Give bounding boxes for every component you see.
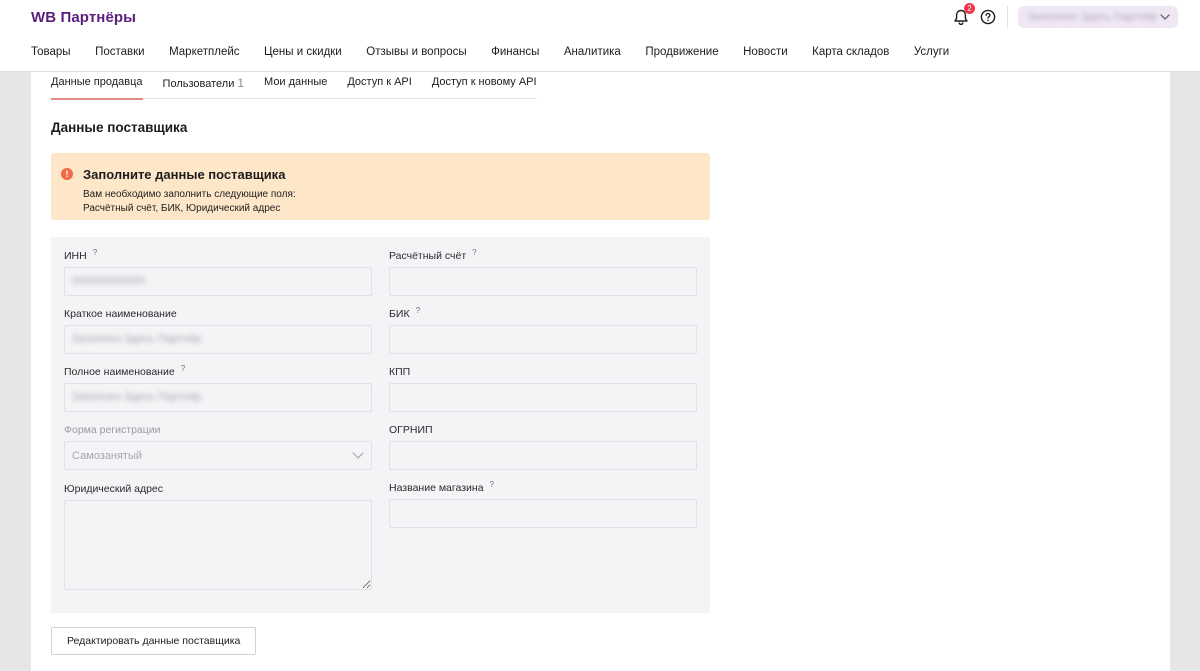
reg-form-select[interactable]: Самозанятый bbox=[64, 441, 372, 470]
store-name-label: Название магазина? bbox=[389, 480, 494, 494]
full-name-label: Полное наименование? bbox=[64, 364, 186, 378]
full-name-field[interactable]: Заполнен Здесь Партнёр bbox=[64, 383, 372, 412]
notifications-count-badge: 2 bbox=[964, 3, 975, 14]
logo[interactable]: WB Партнёры bbox=[31, 9, 136, 26]
short-name-value: Заполнен Здесь Партнёр bbox=[72, 333, 202, 345]
full-name-hint-icon[interactable]: ? bbox=[181, 364, 185, 373]
tab-label: Доступ к API bbox=[347, 76, 412, 88]
inn-hint-icon[interactable]: ? bbox=[93, 248, 97, 257]
warning-alert: ! Заполните данные поставщика Вам необхо… bbox=[51, 153, 710, 220]
supplier-form: ИНН? 000000000000 Краткое наименование З… bbox=[51, 237, 710, 613]
reg-form-label: Форма регистрации bbox=[64, 424, 161, 436]
inn-field[interactable]: 000000000000 bbox=[64, 267, 372, 296]
nav-item-marketplace[interactable]: Маркетплейс bbox=[169, 46, 239, 58]
nav-item-reviews[interactable]: Отзывы и вопросы bbox=[366, 46, 466, 58]
alert-line-1: Вам необходимо заполнить следующие поля: bbox=[83, 189, 296, 200]
kpp-field[interactable] bbox=[389, 383, 697, 412]
bik-hint-icon[interactable]: ? bbox=[416, 306, 420, 315]
bik-label: БИК? bbox=[389, 306, 421, 320]
inn-value: 000000000000 bbox=[72, 275, 146, 287]
legal-address-label: Юридический адрес bbox=[64, 483, 164, 495]
tab-users-count: 1 bbox=[237, 76, 245, 90]
top-header: WB Партнёры 2 Заполнен Здесь Партнёр Тов… bbox=[0, 0, 1200, 72]
nav-item-warehouse-map[interactable]: Карта складов bbox=[812, 46, 889, 58]
store-name-hint-icon[interactable]: ? bbox=[490, 480, 494, 489]
ogrnip-label: ОГРНИП bbox=[389, 424, 433, 436]
full-name-value: Заполнен Здесь Партнёр bbox=[72, 391, 202, 403]
bik-field[interactable] bbox=[389, 325, 697, 354]
store-name-field[interactable] bbox=[389, 499, 697, 528]
nav-item-promotion[interactable]: Продвижение bbox=[645, 46, 718, 58]
account-field[interactable] bbox=[389, 267, 697, 296]
short-name-field[interactable]: Заполнен Здесь Партнёр bbox=[64, 325, 372, 354]
exclamation-icon: ! bbox=[61, 168, 73, 180]
nav-item-tovary[interactable]: Товары bbox=[31, 46, 71, 58]
help-circle-icon bbox=[980, 9, 996, 25]
nav-item-services[interactable]: Услуги bbox=[914, 46, 949, 58]
content-panel: Данные продавца Пользователи 1 Мои данные… bbox=[31, 72, 1170, 671]
tab-label: Мои данные bbox=[264, 76, 328, 88]
nav-item-news[interactable]: Новости bbox=[743, 46, 788, 58]
edit-supplier-button[interactable]: Редактировать данные поставщика bbox=[51, 627, 257, 655]
tab-my-data[interactable]: Мои данные bbox=[264, 72, 327, 99]
kpp-label: КПП bbox=[389, 366, 411, 378]
chevron-down-icon bbox=[352, 452, 364, 459]
account-switcher[interactable]: Заполнен Здесь Партнёр bbox=[1018, 6, 1178, 28]
short-name-label: Краткое наименование bbox=[64, 308, 177, 320]
nav-item-postavki[interactable]: Поставки bbox=[95, 46, 145, 58]
alert-line-2: Расчётный счёт, БИК, Юридический адрес bbox=[83, 203, 281, 214]
tab-seller-data[interactable]: Данные продавца bbox=[51, 72, 143, 100]
header-actions: 2 Заполнен Здесь Партнёр bbox=[950, 3, 1178, 28]
header-divider bbox=[1007, 6, 1008, 28]
tab-users[interactable]: Пользователи 1 bbox=[163, 72, 244, 99]
notifications-button[interactable]: 2 bbox=[950, 3, 975, 28]
account-label: Расчётный счёт? bbox=[389, 248, 477, 262]
settings-tabs: Данные продавца Пользователи 1 Мои данные… bbox=[51, 72, 537, 100]
help-button[interactable] bbox=[977, 6, 999, 28]
reg-form-value: Самозанятый bbox=[72, 449, 143, 462]
ogrnip-field[interactable] bbox=[389, 441, 697, 470]
legal-address-textarea[interactable] bbox=[64, 500, 372, 590]
tab-label: Пользователи bbox=[162, 78, 235, 90]
nav-item-prices[interactable]: Цены и скидки bbox=[264, 46, 342, 58]
page-title: Данные поставщика bbox=[51, 120, 188, 135]
chevron-down-icon bbox=[1160, 14, 1170, 20]
main-nav: Товары Поставки Маркетплейс Цены и скидк… bbox=[31, 46, 974, 58]
nav-item-finance[interactable]: Финансы bbox=[491, 46, 539, 58]
account-hint-icon[interactable]: ? bbox=[472, 248, 476, 257]
tab-api-access[interactable]: Доступ к API bbox=[347, 72, 411, 99]
tab-new-api-access[interactable]: Доступ к новому API bbox=[432, 72, 537, 99]
tab-label: Данные продавца bbox=[51, 76, 143, 88]
alert-title: Заполните данные поставщика bbox=[83, 167, 286, 182]
tab-label: Доступ к новому API bbox=[431, 76, 537, 88]
inn-label: ИНН? bbox=[64, 248, 98, 262]
alert-text: Вам необходимо заполнить следующие поля:… bbox=[83, 188, 296, 216]
nav-item-analytics[interactable]: Аналитика bbox=[564, 46, 621, 58]
account-name: Заполнен Здесь Партнёр bbox=[1028, 11, 1158, 23]
